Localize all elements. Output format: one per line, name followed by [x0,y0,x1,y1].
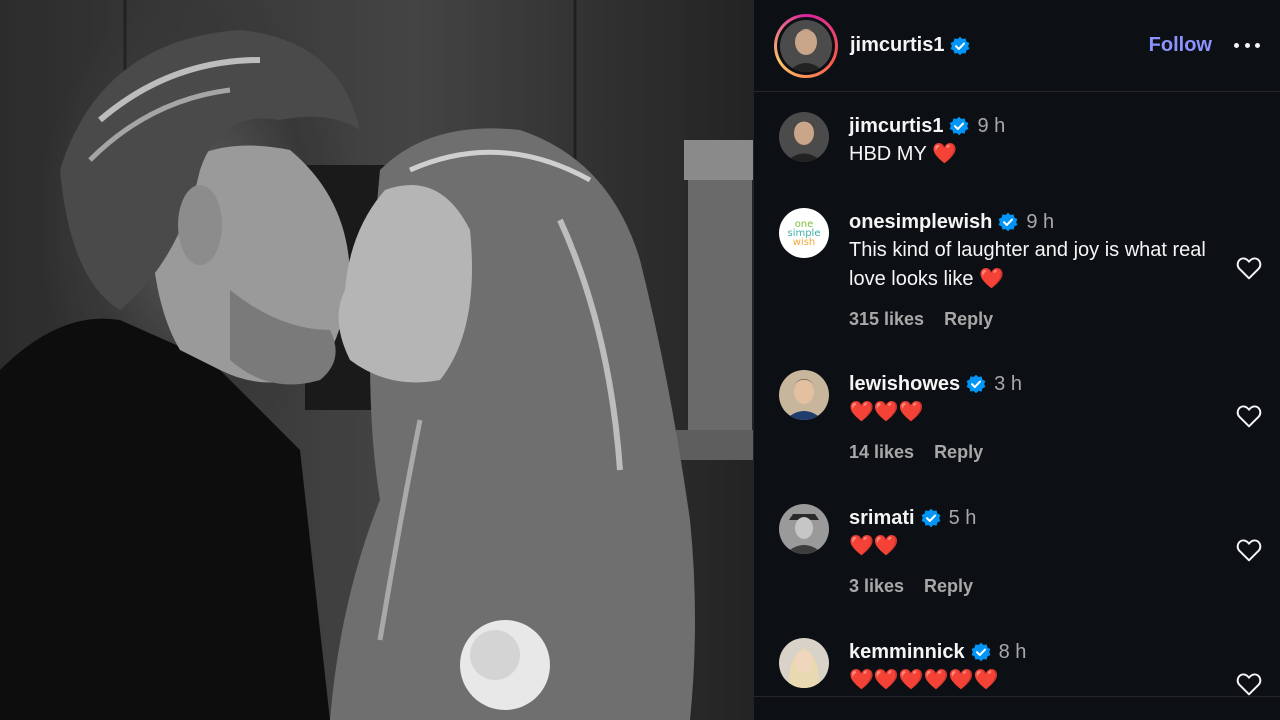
post-photo[interactable] [0,0,753,720]
comment-like-count[interactable]: 315 likes [849,309,924,330]
caption-comment: jimcurtis1 9 h HBD MY ❤️ [779,112,1280,169]
follow-button[interactable]: Follow [1149,34,1212,57]
comment-item: lewishowes 3 h ❤️❤️❤️ 14 likes Reply [779,370,1280,463]
comment-timestamp: 8 h [998,640,1027,663]
photo-illustration [0,0,753,720]
comment-list[interactable]: jimcurtis1 9 h HBD MY ❤️ one simple wish… [754,92,1280,696]
comment-text: This kind of laughter and joy is what re… [849,239,1206,290]
comment-text: HBD MY ❤️ [849,143,957,165]
heart-outline-icon [1236,257,1262,280]
comment-text: ❤️❤️ [849,535,899,557]
commenter-username[interactable]: jimcurtis1 [849,115,943,138]
verified-badge-icon [950,116,969,136]
comments-panel: jimcurtis1 Follow jimcurtis1 9 h HBD MY … [753,0,1280,720]
commenter-avatar[interactable] [779,638,829,688]
like-comment-button[interactable] [1236,256,1262,280]
author-avatar[interactable] [780,19,832,72]
commenter-username[interactable]: onesimplewish [849,211,992,234]
verified-badge-icon [951,36,970,55]
instagram-post-view: jimcurtis1 Follow jimcurtis1 9 h HBD MY … [0,0,1280,720]
verified-badge-icon [971,642,991,662]
comment-timestamp: 5 h [948,506,977,529]
comment-like-count[interactable]: 14 likes [849,442,914,463]
like-comment-button[interactable] [1236,404,1262,428]
avatar-logo-text: wish [792,236,816,248]
commenter-username[interactable]: lewishowes [849,373,960,396]
panel-footer [754,696,1280,720]
heart-outline-icon [1236,405,1262,428]
heart-outline-icon [1236,539,1262,562]
comment-timestamp: 3 h [994,372,1022,395]
comment-timestamp: 9 h [1026,210,1055,233]
author-username[interactable]: jimcurtis1 [850,34,944,57]
heart-outline-icon [1236,673,1262,696]
author-avatar-ring[interactable] [774,13,838,78]
commenter-avatar[interactable]: one simple wish [779,208,829,258]
verified-badge-icon [998,212,1018,232]
comment-timestamp: 9 h [977,114,1006,137]
more-horizontal-icon [1234,43,1239,48]
comment-like-count[interactable]: 3 likes [849,576,904,597]
commenter-username[interactable]: srimati [849,507,915,530]
commenter-avatar[interactable] [779,112,829,162]
commenter-avatar[interactable] [779,370,829,420]
verified-badge-icon [966,374,986,394]
comment-text: ❤️❤️❤️ [849,401,924,423]
like-comment-button[interactable] [1236,538,1262,562]
reply-button[interactable]: Reply [944,309,993,330]
verified-badge-icon [921,508,940,528]
commenter-avatar[interactable] [779,504,829,554]
post-header: jimcurtis1 Follow [754,0,1280,92]
comment-item: one simple wish onesimplewish 9 h This k… [779,208,1280,330]
commenter-username[interactable]: kemminnick [849,641,965,664]
reply-button[interactable]: Reply [934,442,983,463]
comment-item: srimati 5 h ❤️❤️ 3 likes Reply [779,504,1280,597]
like-comment-button[interactable] [1236,672,1262,696]
comment-text: ❤️❤️❤️❤️❤️❤️ [849,669,999,691]
more-options-button[interactable] [1234,36,1260,56]
comment-item: kemminnick 8 h ❤️❤️❤️❤️❤️❤️ [779,638,1280,696]
reply-button[interactable]: Reply [924,576,973,597]
